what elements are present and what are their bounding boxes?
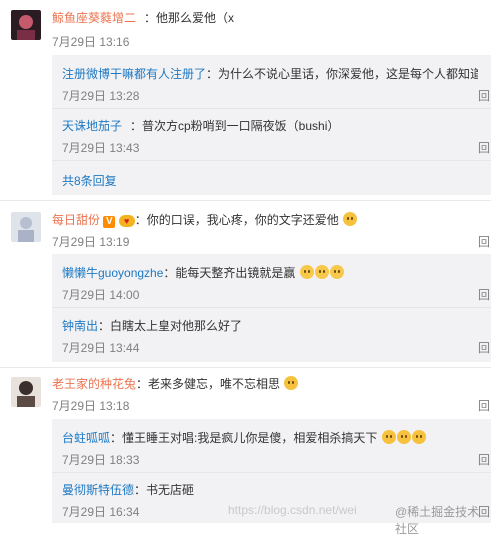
divider <box>52 472 491 473</box>
comment-text: ：你的口误，我心疼，你的文字还爱他 <box>134 213 339 227</box>
comment-username[interactable]: 鲸鱼座葵蕤增二 <box>52 9 136 26</box>
reply-username[interactable]: 懒懒牛guoyongzhe <box>62 266 163 280</box>
divider <box>52 160 491 161</box>
avatar-image-icon <box>11 212 41 242</box>
reply-button[interactable]: 回 <box>478 451 490 468</box>
watermark-brand: @稀土掘金技术社区 <box>395 505 480 536</box>
comment-text: ：他那么爱他（x <box>144 11 235 25</box>
comment-time: 7月29日 13:16 <box>52 35 130 49</box>
comment-username[interactable]: 老王家的种花兔 <box>52 377 136 391</box>
reply-button[interactable]: 回 <box>478 87 490 104</box>
comment-header: 老王家的种花兔：老来多健忘，唯不忘相思 <box>52 375 299 392</box>
reply-line: 钟南出：白瞎太上皇对他那么好了 <box>62 317 242 334</box>
reply-text: ：懂王睡王对唱:我是疯儿你是傻，相爱相杀搞天下 <box>110 431 378 445</box>
reply-line: 曼彻斯特伍德：书无店砸 <box>62 481 194 498</box>
reply-time: 7月29日 13:28 <box>62 89 140 103</box>
grin-icon <box>329 265 344 279</box>
reply-text: ：为什么不说心里话，你深爱他，这是每个人都知道的 <box>206 67 478 81</box>
reply-line: 台蛀呱呱：懂王睡王对唱:我是疯儿你是傻，相爱相杀搞天下 <box>62 429 426 446</box>
reply-button[interactable]: 回 <box>478 286 490 303</box>
reply-username[interactable]: 注册微博干嘛都有人注册了 <box>62 65 206 82</box>
reply-username[interactable]: 钟南出 <box>62 319 98 333</box>
doge-icon <box>381 430 396 444</box>
reply-time: 7月29日 18:33 <box>62 453 140 467</box>
doge-icon <box>396 430 411 444</box>
reply-button[interactable]: 回 <box>478 139 490 156</box>
reply-text: ：书无店砸 <box>134 483 195 497</box>
reply-username[interactable]: 台蛀呱呱 <box>62 431 110 445</box>
avatar-image-icon <box>11 377 41 407</box>
reply-time: 7月29日 13:43 <box>62 141 140 155</box>
reply-time: 7月29日 13:44 <box>62 341 140 355</box>
comment-header: 每日甜份 V ♥ ：你的口误，我心疼，你的文字还爱他 <box>52 211 358 228</box>
avatar[interactable] <box>11 10 41 40</box>
grin-icon <box>314 265 329 279</box>
reply-text: ：能每天整齐出镜就是赢 <box>163 266 296 280</box>
doge-icon <box>343 212 358 226</box>
reply-time: 7月29日 16:34 <box>62 505 140 519</box>
reply-text: ：白瞎太上皇对他那么好了 <box>98 319 243 333</box>
reply-username[interactable]: 曼彻斯特伍德 <box>62 483 134 497</box>
comment-time: 7月29日 13:19 <box>52 235 130 249</box>
comment-time: 7月29日 13:18 <box>52 399 130 413</box>
verified-badge-icon: V <box>103 216 116 228</box>
comment-text: ：老来多健忘，唯不忘相思 <box>136 377 281 391</box>
more-replies-link[interactable]: 共8条回复 <box>62 172 117 189</box>
divider <box>0 200 491 201</box>
watermark-url: https://blog.csdn.net/wei <box>228 503 357 517</box>
comment-username[interactable]: 每日甜份 <box>52 213 100 227</box>
divider <box>52 307 491 308</box>
vip-badge-icon: ♥ <box>118 215 135 227</box>
reply-button[interactable]: 回 <box>478 397 490 414</box>
reply-time: 7月29日 14:00 <box>62 288 140 302</box>
avatar[interactable] <box>11 212 41 242</box>
reply-button[interactable]: 回 <box>478 233 490 250</box>
doge-icon <box>284 376 299 390</box>
reply-text: ：普次方cp粉哨到一口隔夜饭（bushi） <box>130 119 340 133</box>
divider <box>52 108 491 109</box>
avatar-image-icon <box>11 10 41 40</box>
doge-icon <box>411 430 426 444</box>
avatar[interactable] <box>11 377 41 407</box>
reply-line: 懒懒牛guoyongzhe：能每天整齐出镜就是赢 <box>62 264 344 281</box>
grin-icon <box>299 265 314 279</box>
reply-username[interactable]: 天诛地茄子 <box>62 117 122 134</box>
reply-button[interactable]: 回 <box>478 339 490 356</box>
divider <box>0 367 491 368</box>
